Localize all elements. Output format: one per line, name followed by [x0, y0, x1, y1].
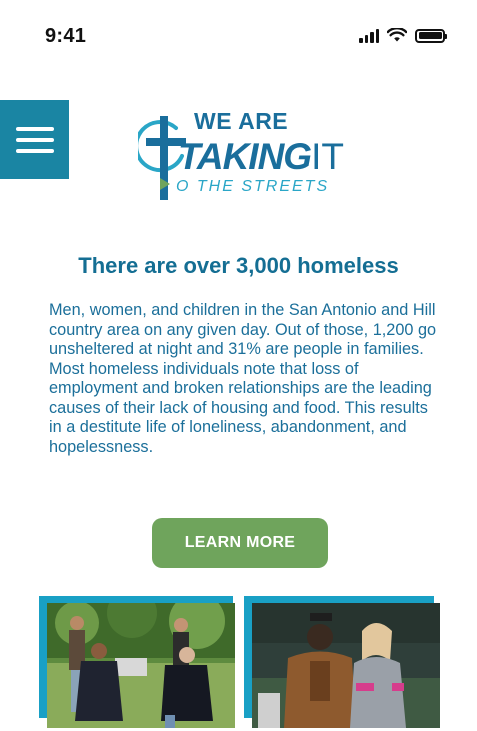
- logo-it: IT: [311, 136, 344, 177]
- menu-button[interactable]: [0, 100, 69, 179]
- battery-icon: [415, 28, 447, 43]
- learn-more-button[interactable]: LEARN MORE: [152, 518, 328, 568]
- site-logo[interactable]: WE ARE TAKINGIT O THE STREETS: [138, 108, 348, 200]
- hamburger-menu-icon: [15, 126, 54, 131]
- outreach-haircut-photo: [47, 603, 235, 728]
- interview-photo: [252, 603, 440, 728]
- logo-line3: O THE STREETS: [176, 178, 330, 195]
- logo-line2: TAKINGIT: [178, 138, 344, 175]
- logo-line1: WE ARE: [194, 108, 289, 134]
- status-icons: [359, 28, 447, 43]
- body-paragraph: Men, women, and children in the San Anto…: [49, 301, 437, 456]
- cellular-signal-icon: [359, 28, 379, 43]
- page-headline: There are over 3,000 homeless: [78, 253, 399, 278]
- wifi-icon: [387, 28, 407, 42]
- logo-taking: TAKING: [178, 136, 312, 177]
- status-time: 9:41: [45, 25, 87, 47]
- status-bar: 9:41: [0, 0, 477, 70]
